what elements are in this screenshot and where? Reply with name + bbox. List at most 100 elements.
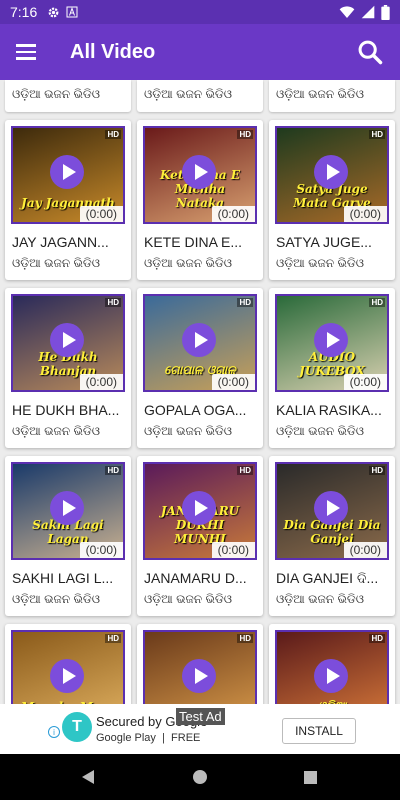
video-duration: (0:00): [343, 542, 387, 558]
video-card[interactable]: HD Dia Ganjei Dia Ganjei (0:00) DIA GANJEI …: [269, 456, 395, 616]
play-icon[interactable]: [182, 491, 216, 525]
video-thumbnail[interactable]: HDJANAMARU DUKHI MUNHI(0:00): [143, 462, 257, 560]
ad-test-tag: Test Ad: [176, 708, 225, 725]
video-thumbnail[interactable]: HD: [143, 630, 257, 704]
font-icon: [66, 6, 78, 18]
play-icon[interactable]: [314, 155, 348, 189]
hd-badge: HD: [105, 130, 121, 139]
ad-info-icon[interactable]: i: [48, 726, 60, 738]
video-title: SAKHI LAGI L...: [12, 570, 114, 586]
video-duration: (0:00): [79, 542, 123, 558]
video-card[interactable]: HDManaku Mora: [5, 624, 131, 704]
app-bar: All Video: [0, 24, 400, 80]
video-thumbnail[interactable]: HDଓଡ଼ିଆ: [275, 630, 389, 704]
video-thumbnail[interactable]: HD ଗୋପାଳ ଓଗାଳ (0:00): [143, 294, 257, 392]
video-thumbnail[interactable]: HD Jay Jagannath (0:00): [11, 126, 125, 224]
video-duration: (0:00): [211, 542, 255, 558]
page-title: All Video: [70, 40, 156, 63]
video-subtitle: ଓଡ଼ିଆ ଭଜନ ଭିଡିଓ: [144, 256, 233, 270]
video-card-partial[interactable]: ଓଡ଼ିଆ ଭଜନ ଭିଡିଓ: [5, 80, 131, 112]
video-subtitle: ଓଡ଼ିଆ ଭଜନ ଭିଡିଓ: [12, 256, 101, 270]
play-icon[interactable]: [314, 659, 348, 693]
video-subtitle: ଓଡ଼ିଆ ଭଜନ ଭିଡିଓ: [144, 592, 233, 606]
hd-badge: HD: [237, 298, 253, 307]
battery-icon: [381, 4, 390, 20]
video-card-partial[interactable]: ଓଡ଼ିଆ ଭଜନ ଭିଡିଓ: [137, 80, 263, 112]
video-thumbnail[interactable]: HD Dia Ganjei Dia Ganjei (0:00): [275, 462, 389, 560]
video-thumbnail[interactable]: HDManaku Mora: [11, 630, 125, 704]
video-thumbnail[interactable]: HD Satya Juge Mata Garve (0:00): [275, 126, 389, 224]
video-card[interactable]: HDଓଡ଼ିଆ: [269, 624, 395, 704]
hd-badge: HD: [369, 298, 385, 307]
video-card[interactable]: HD AUDIO JUKEBOX (0:00) KALIA RASIKA... ଓଡ଼ି…: [269, 288, 395, 448]
recent-apps-icon[interactable]: [304, 771, 317, 784]
video-title: SATYA JUGE...: [276, 234, 372, 250]
video-card[interactable]: HD: [137, 624, 263, 704]
hd-badge: HD: [105, 466, 121, 475]
play-icon[interactable]: [50, 659, 84, 693]
hamburger-menu-icon[interactable]: [16, 40, 40, 64]
video-card[interactable]: HD Sakhi Lagi Lagan (0:00) SAKHI LAGI L... ଓ…: [5, 456, 131, 616]
hd-badge: HD: [369, 634, 385, 643]
video-title: KETE DINA E...: [144, 234, 243, 250]
video-title: JAY JAGANN...: [12, 234, 109, 250]
hd-badge: HD: [237, 466, 253, 475]
system-nav-bar: [0, 754, 400, 800]
status-time: 7:16: [10, 4, 38, 20]
ad-store: Google Play | FREE: [96, 732, 201, 744]
hd-badge: HD: [105, 298, 121, 307]
hd-badge: HD: [237, 130, 253, 139]
wifi-icon: [339, 6, 355, 18]
video-card[interactable]: HD Jay Jagannath (0:00) JAY JAGANN... ଓଡ଼ିଆ …: [5, 120, 131, 280]
play-icon[interactable]: [50, 491, 84, 525]
ad-app-logo: T: [62, 712, 92, 742]
video-card-partial[interactable]: ଓଡ଼ିଆ ଭଜନ ଭିଡିଓ: [269, 80, 395, 112]
play-icon[interactable]: [50, 323, 84, 357]
play-icon[interactable]: [182, 323, 216, 357]
video-thumbnail[interactable]: HD Sakhi Lagi Lagan (0:00): [11, 462, 125, 560]
video-subtitle: ଓଡ଼ିଆ ଭଜନ ଭିଡିଓ: [12, 592, 101, 606]
video-subtitle: ଓଡ଼ିଆ ଭଜନ ଭିଡିଓ: [12, 424, 101, 438]
video-card[interactable]: HD ଗୋପାଳ ଓଗାଳ (0:00) GOPALA OGA... ଓଡ଼ିଆ ଭଜନ…: [137, 288, 263, 448]
play-icon[interactable]: [314, 491, 348, 525]
video-duration: (0:00): [211, 374, 255, 390]
video-subtitle: ଓଡ଼ିଆ ଭଜନ ଭିଡିଓ: [144, 87, 233, 101]
video-title: DIA GANJEI ଦି...: [276, 570, 379, 586]
home-icon[interactable]: [193, 770, 207, 784]
video-subtitle: ଓଡ଼ିଆ ଭଜନ ଭିଡିଓ: [276, 424, 365, 438]
play-icon[interactable]: [182, 659, 216, 693]
back-icon[interactable]: [82, 770, 94, 784]
gear-icon: [48, 7, 59, 17]
ad-banner[interactable]: i T Secured by Google Google Play | FREE…: [0, 704, 400, 754]
video-card[interactable]: HDKete Dina E Michha Nataka(0:00) KETE DI…: [137, 120, 263, 280]
video-thumbnail[interactable]: HD AUDIO JUKEBOX (0:00): [275, 294, 389, 392]
video-subtitle: ଓଡ଼ିଆ ଭଜନ ଭିଡିଓ: [144, 424, 233, 438]
ad-price: FREE: [171, 732, 201, 744]
video-list[interactable]: ଓଡ଼ିଆ ଭଜନ ଭିଡିଓ ଓଡ଼ିଆ ଭଜନ ଭିଡିଓ ଓଡ଼ିଆ ଭଜ…: [0, 80, 400, 704]
play-icon[interactable]: [182, 155, 216, 189]
video-thumbnail[interactable]: HD He Dukh Bhanjan (0:00): [11, 294, 125, 392]
ad-install-button[interactable]: INSTALL: [282, 718, 356, 744]
search-icon[interactable]: [356, 38, 384, 66]
video-card[interactable]: HD He Dukh Bhanjan (0:00) HE DUKH BHA... ଓଡ଼…: [5, 288, 131, 448]
hd-badge: HD: [369, 466, 385, 475]
video-thumbnail[interactable]: HDKete Dina E Michha Nataka(0:00): [143, 126, 257, 224]
play-icon[interactable]: [50, 155, 84, 189]
video-card[interactable]: HDJANAMARU DUKHI MUNHI(0:00) JANAMARU D..…: [137, 456, 263, 616]
video-card[interactable]: HD Satya Juge Mata Garve (0:00) SATYA JUGE.…: [269, 120, 395, 280]
hd-badge: HD: [369, 130, 385, 139]
video-subtitle: ଓଡ଼ିଆ ଭଜନ ଭିଡିଓ: [276, 256, 365, 270]
hd-badge: HD: [105, 634, 121, 643]
status-bar: 7:16: [0, 0, 400, 24]
ad-store-name: Google Play: [96, 732, 156, 744]
hd-badge: HD: [237, 634, 253, 643]
signal-icon: [361, 5, 375, 19]
play-icon[interactable]: [314, 323, 348, 357]
video-duration: (0:00): [343, 206, 387, 222]
video-subtitle: ଓଡ଼ିଆ ଭଜନ ଭିଡିଓ: [12, 87, 101, 101]
video-duration: (0:00): [79, 206, 123, 222]
video-title: GOPALA OGA...: [144, 402, 247, 418]
video-duration: (0:00): [343, 374, 387, 390]
video-subtitle: ଓଡ଼ିଆ ଭଜନ ଭିଡିଓ: [276, 592, 365, 606]
video-duration: (0:00): [79, 374, 123, 390]
